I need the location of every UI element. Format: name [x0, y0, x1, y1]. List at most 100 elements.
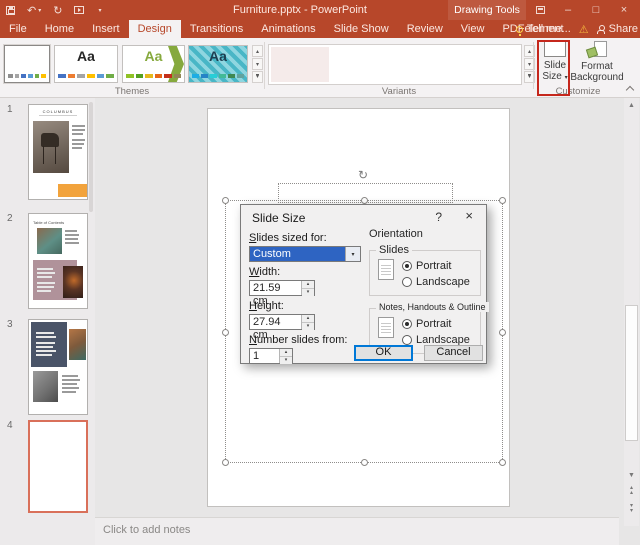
- share-label: Share: [608, 23, 638, 35]
- selection-handle-top-right[interactable]: [499, 197, 506, 204]
- collapse-ribbon-icon[interactable]: [625, 84, 635, 94]
- variants-gallery[interactable]: [268, 44, 522, 85]
- tab-view[interactable]: View: [452, 20, 494, 38]
- ribbon-display-options-icon: [535, 6, 545, 14]
- selection-handle-top-center[interactable]: [361, 197, 368, 204]
- slides-landscape-radio[interactable]: Landscape: [402, 276, 470, 288]
- slide-thumbnail-2[interactable]: Table of Contents: [28, 213, 88, 309]
- tabrow-right-cluster: Tell me... ⚠ Share: [515, 20, 638, 38]
- save-button[interactable]: [6, 5, 15, 15]
- themes-scroll-down-button[interactable]: ▾: [252, 58, 263, 70]
- theme-tile-2[interactable]: Aa: [54, 45, 118, 83]
- start-slideshow-button[interactable]: [74, 6, 85, 14]
- theme-tile-4[interactable]: Aa: [188, 45, 248, 83]
- theme-tile-current[interactable]: [4, 45, 50, 83]
- minimize-button[interactable]: –: [554, 0, 582, 20]
- selection-handle-bottom-right[interactable]: [499, 459, 506, 466]
- tab-review[interactable]: Review: [398, 20, 452, 38]
- format-background-button[interactable]: Format Background: [570, 41, 624, 83]
- dialog-help-button[interactable]: ?: [435, 210, 442, 224]
- theme-color-swatches: [192, 74, 244, 78]
- number-slides-spinner[interactable]: 1 ▴ ▾: [249, 348, 293, 364]
- window-title: Furniture.pptx - PowerPoint: [233, 4, 367, 16]
- notes-placeholder: Click to add notes: [103, 524, 191, 536]
- tab-slide-show[interactable]: Slide Show: [325, 20, 398, 38]
- maximize-button[interactable]: □: [582, 0, 610, 20]
- thumbnail-panel-scrollbar[interactable]: [89, 102, 93, 212]
- rotate-handle-icon[interactable]: ↻: [358, 168, 368, 182]
- navy-text-block: [31, 322, 67, 367]
- cancel-button[interactable]: Cancel: [424, 345, 483, 361]
- slide-thumbnail-4-selected[interactable]: [28, 420, 88, 513]
- scrollbar-thumb[interactable]: [625, 305, 638, 441]
- thumbnail-divider: [39, 115, 77, 116]
- selection-handle-middle-left[interactable]: [222, 329, 229, 336]
- spin-down-icon[interactable]: ▾: [302, 322, 314, 330]
- selection-handle-middle-right[interactable]: [499, 329, 506, 336]
- selection-handle-bottom-center[interactable]: [361, 459, 368, 466]
- variant-swatch[interactable]: [271, 47, 329, 82]
- ok-button[interactable]: OK: [354, 345, 413, 361]
- landscape-label: Landscape: [416, 276, 470, 288]
- lamp-photo: [63, 266, 83, 298]
- dialog-close-button[interactable]: ×: [465, 208, 473, 223]
- spin-up-icon[interactable]: ▴: [302, 281, 314, 288]
- notes-group-label: Notes, Handouts & Outline: [376, 302, 489, 312]
- spin-up-icon[interactable]: ▴: [302, 315, 314, 322]
- number-slides-label: Number slides from:: [249, 334, 348, 346]
- themes-more-button[interactable]: ▾: [252, 71, 263, 83]
- tab-insert[interactable]: Insert: [83, 20, 129, 38]
- tab-home[interactable]: Home: [36, 20, 83, 38]
- slide-thumbnail-1[interactable]: COLUMBUS: [28, 104, 88, 200]
- variants-group-label: Variants: [381, 86, 417, 97]
- window-controls: – □ ×: [526, 0, 638, 20]
- sized-for-dropdown[interactable]: Custom ▾: [249, 246, 361, 262]
- notes-portrait-radio[interactable]: Portrait: [402, 318, 470, 330]
- notes-pane[interactable]: Click to add notes: [95, 517, 619, 545]
- tab-animations[interactable]: Animations: [252, 20, 324, 38]
- selection-handle-bottom-left[interactable]: [222, 459, 229, 466]
- slides-portrait-radio[interactable]: Portrait: [402, 260, 470, 272]
- selection-handle-top-left[interactable]: [222, 197, 229, 204]
- sofa-photo: [37, 228, 62, 254]
- height-spinner[interactable]: 27.94 cm ▴ ▾: [249, 314, 315, 341]
- tab-design[interactable]: Design: [128, 20, 181, 38]
- ribbon-display-options-button[interactable]: [526, 0, 554, 20]
- slides-group-label: Slides: [376, 244, 412, 256]
- next-slide-button[interactable]: ▾ ▾: [624, 503, 639, 517]
- close-button[interactable]: ×: [610, 0, 638, 20]
- tab-file[interactable]: File: [0, 20, 36, 38]
- previous-slide-button[interactable]: ▴ ▴: [624, 485, 639, 499]
- title-bar: ↶ ▾ ↻ ▾ Furniture.pptx - PowerPoint Drawi…: [0, 0, 640, 20]
- slide-size-caret-icon: ▾: [564, 75, 568, 81]
- chair-photo: [33, 121, 69, 173]
- orange-accent-block: [58, 184, 87, 197]
- portrait-page-icon: [378, 317, 394, 338]
- spin-down-icon[interactable]: ▾: [280, 356, 292, 364]
- ribbon: Aa Aa Aa ▴ ▾ ▾ Themes ▴ ▾ ▾ Variants Sli…: [0, 38, 640, 98]
- width-spinner[interactable]: 21.59 cm ▴ ▾: [249, 280, 315, 307]
- customize-qat-button[interactable]: ▾: [96, 7, 101, 14]
- slide-size-icon: [544, 41, 566, 57]
- slide-size-dialog: Slide Size ? × Slides sized for: Custom …: [240, 204, 489, 364]
- dialog-orientation-column: Orientation Slides Portrait Landscape No…: [369, 228, 489, 354]
- slide-size-button[interactable]: Slide Size ▾: [540, 41, 570, 84]
- dropdown-arrow-icon[interactable]: ▾: [345, 247, 360, 261]
- warning-icon[interactable]: ⚠: [579, 23, 589, 36]
- thumbnail-title-text: COLUMBUS: [42, 109, 74, 114]
- scroll-up-button[interactable]: ▲: [624, 99, 639, 112]
- slide-thumbnail-3[interactable]: [28, 319, 88, 415]
- theme-tile-3[interactable]: Aa: [122, 45, 185, 83]
- scroll-down-button[interactable]: ▼: [624, 469, 639, 482]
- themes-group: Aa Aa Aa ▴ ▾ ▾ Themes: [0, 38, 264, 98]
- spin-down-icon[interactable]: ▾: [302, 288, 314, 296]
- spin-up-icon[interactable]: ▴: [280, 349, 292, 356]
- slides-orientation-group: Slides Portrait Landscape: [369, 244, 481, 296]
- radio-icon: [402, 335, 412, 345]
- themes-scroll-up-button[interactable]: ▴: [252, 45, 263, 57]
- tell-me-button[interactable]: Tell me...: [515, 23, 571, 36]
- undo-button[interactable]: ↶ ▾: [27, 4, 41, 17]
- redo-button[interactable]: ↻: [53, 4, 62, 17]
- tab-transitions[interactable]: Transitions: [181, 20, 252, 38]
- share-button[interactable]: Share: [596, 23, 638, 35]
